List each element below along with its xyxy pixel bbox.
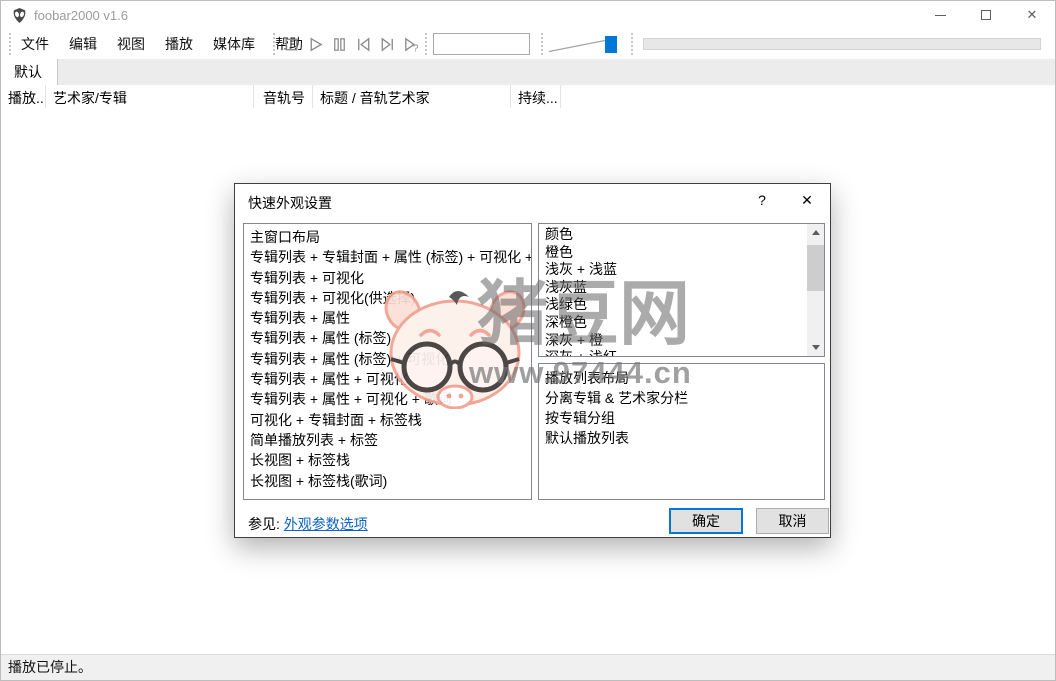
stop-icon xyxy=(282,35,301,54)
svg-text:?: ? xyxy=(412,43,418,53)
previous-icon xyxy=(354,35,373,54)
play-icon xyxy=(306,35,325,54)
list-item[interactable]: 橙色 xyxy=(539,244,807,262)
volume-slider-handle xyxy=(605,36,617,53)
play-button[interactable] xyxy=(303,32,327,56)
list-item[interactable]: 专辑列表 + 可视化 xyxy=(244,268,531,288)
volume-slider[interactable] xyxy=(547,32,627,56)
next-button[interactable] xyxy=(375,32,399,56)
minimize-icon xyxy=(935,15,946,16)
list-item[interactable]: 按专辑分组 xyxy=(539,408,824,428)
list-item[interactable]: 浅灰蓝 xyxy=(539,279,807,297)
list-item[interactable]: 简单播放列表 + 标签 xyxy=(244,430,531,450)
dialog-help-button[interactable]: ? xyxy=(750,189,774,211)
list-item[interactable]: 专辑列表 + 可视化(供选择) xyxy=(244,288,531,308)
appearance-preferences-link[interactable]: 外观参数选项 xyxy=(284,516,368,532)
list-item[interactable]: 长视图 + 标签栈(歌词) xyxy=(244,471,531,491)
list-item[interactable]: 深灰 + 橙 xyxy=(539,332,807,350)
list-item[interactable]: 专辑列表 + 属性 + 可视化 + 歌词 xyxy=(244,389,531,409)
list-item[interactable]: 专辑列表 + 专辑封面 + 属性 (标签) + 可视化 + 歌词 xyxy=(244,247,531,267)
list-item[interactable]: 深灰 + 浅红 xyxy=(539,349,807,357)
colors-scrollbar[interactable] xyxy=(807,224,824,356)
toolbar: 文件 编辑 视图 播放 媒体库 帮助 xyxy=(1,29,1055,59)
menu-bar: 文件 编辑 视图 播放 媒体库 帮助 xyxy=(11,29,313,59)
search-input[interactable] xyxy=(433,33,530,55)
playlist-layout-listbox[interactable]: 播放列表布局 分离专辑 & 艺术家分栏 按专辑分组 默认播放列表 xyxy=(538,363,825,500)
main-layout-listbox[interactable]: 主窗口布局 专辑列表 + 专辑封面 + 属性 (标签) + 可视化 + 歌词 专… xyxy=(243,223,532,500)
list-item[interactable]: 浅灰 + 浅蓝 xyxy=(539,261,807,279)
scrollbar-thumb[interactable] xyxy=(807,245,824,291)
toolbar-grip[interactable] xyxy=(631,33,634,55)
next-icon xyxy=(378,35,397,54)
colors-listbox[interactable]: 颜色 橙色 浅灰 + 浅蓝 浅灰蓝 浅绿色 深橙色 深灰 + 橙 深灰 + 浅红 xyxy=(538,223,825,357)
random-button[interactable]: ? xyxy=(399,32,423,56)
list-item[interactable]: 专辑列表 + 属性 (标签) + 可视化 xyxy=(244,349,531,369)
list-item[interactable]: 颜色 xyxy=(539,226,807,244)
random-play-icon: ? xyxy=(402,35,421,54)
cancel-button[interactable]: 取消 xyxy=(756,508,829,534)
window-title: foobar2000 v1.6 xyxy=(34,8,128,23)
list-item[interactable]: 默认播放列表 xyxy=(539,428,824,448)
see-also-text: 参见: 外观参数选项 xyxy=(248,514,368,534)
pause-icon xyxy=(330,35,349,54)
menu-view[interactable]: 视图 xyxy=(107,29,155,59)
column-track-number[interactable]: 音轨号 xyxy=(254,85,313,108)
list-item[interactable]: 深橙色 xyxy=(539,314,807,332)
playlist-tabstrip: 默认 xyxy=(1,59,1055,85)
toolbar-grip[interactable] xyxy=(541,33,544,55)
titlebar: foobar2000 v1.6 ✕ xyxy=(1,1,1055,29)
scroll-up-button[interactable] xyxy=(807,224,824,241)
list-item[interactable]: 长视图 + 标签栈 xyxy=(244,450,531,470)
menu-edit[interactable]: 编辑 xyxy=(59,29,107,59)
scroll-up-icon xyxy=(812,230,820,235)
list-item[interactable]: 专辑列表 + 属性 + 可视化 xyxy=(244,369,531,389)
minimize-button[interactable] xyxy=(917,1,963,29)
close-icon: ✕ xyxy=(1027,7,1038,23)
list-item[interactable]: 播放列表布局 xyxy=(539,368,824,388)
menu-file[interactable]: 文件 xyxy=(11,29,59,59)
tab-default[interactable]: 默认 xyxy=(1,59,58,85)
ok-button[interactable]: 确定 xyxy=(669,508,743,534)
status-text: 播放已停止。 xyxy=(8,659,92,675)
column-title-artist[interactable]: 标题 / 音轨艺术家 xyxy=(313,85,511,108)
scroll-down-button[interactable] xyxy=(807,339,824,356)
dialog-title: 快速外观设置 xyxy=(248,193,332,213)
stop-button[interactable] xyxy=(279,32,303,56)
playlist-header: 播放... 艺术家/专辑 音轨号 标题 / 音轨艺术家 持续... xyxy=(1,85,1055,108)
column-filler xyxy=(561,85,1055,108)
previous-button[interactable] xyxy=(351,32,375,56)
list-item[interactable]: 浅绿色 xyxy=(539,296,807,314)
playback-buttons: ? xyxy=(279,32,423,56)
see-also-prefix: 参见: xyxy=(248,516,284,532)
list-item[interactable]: 主窗口布局 xyxy=(244,227,531,247)
column-duration[interactable]: 持续... xyxy=(511,85,561,108)
list-item[interactable]: 可视化 + 专辑封面 + 标签栈 xyxy=(244,410,531,430)
status-bar: 播放已停止。 xyxy=(1,654,1055,680)
list-item[interactable]: 分离专辑 & 艺术家分栏 xyxy=(539,388,824,408)
menu-playback[interactable]: 播放 xyxy=(155,29,203,59)
foobar2000-logo-icon xyxy=(11,7,28,24)
dialog-close-button[interactable]: ✕ xyxy=(792,189,822,211)
pause-button[interactable] xyxy=(327,32,351,56)
column-artist-album[interactable]: 艺术家/专辑 xyxy=(46,85,254,108)
menu-library[interactable]: 媒体库 xyxy=(203,29,265,59)
scroll-down-icon xyxy=(812,345,820,350)
list-item[interactable]: 专辑列表 + 属性 (标签) xyxy=(244,328,531,348)
quick-appearance-dialog: 快速外观设置 ? ✕ 主窗口布局 专辑列表 + 专辑封面 + 属性 (标签) +… xyxy=(234,183,831,538)
maximize-button[interactable] xyxy=(963,1,1009,29)
maximize-icon xyxy=(981,10,991,20)
app-window: foobar2000 v1.6 ✕ 文件 编辑 视图 播放 媒体库 帮助 xyxy=(0,0,1056,681)
close-button[interactable]: ✕ xyxy=(1009,1,1055,29)
column-playing[interactable]: 播放... xyxy=(1,85,46,108)
list-item[interactable]: 专辑列表 + 属性 xyxy=(244,308,531,328)
window-controls: ✕ xyxy=(917,1,1055,29)
seekbar[interactable] xyxy=(643,38,1041,50)
toolbar-grip[interactable] xyxy=(425,33,428,55)
